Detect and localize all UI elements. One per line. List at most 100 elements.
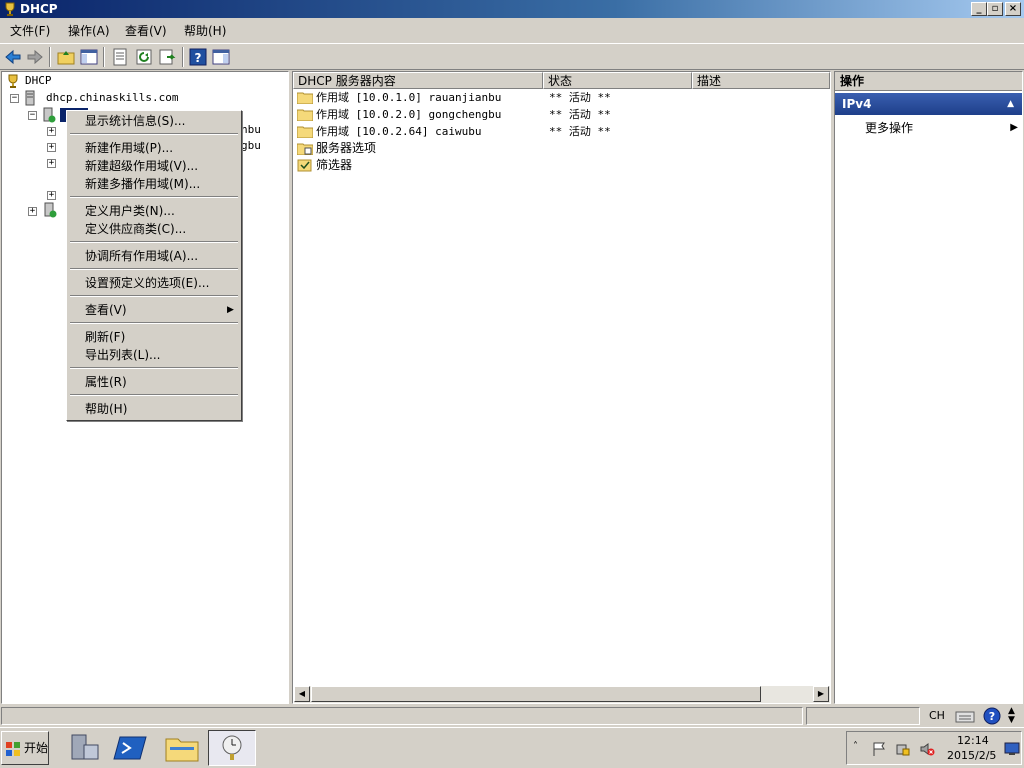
expand-icon[interactable]: +	[28, 207, 37, 216]
up-folder-icon[interactable]	[56, 47, 76, 67]
window-title: DHCP	[20, 2, 58, 16]
menu-separator	[70, 133, 238, 135]
result-pane[interactable]: DHCP 服务器内容 状态 描述 作用域 [10.0.1.0] rauanjia…	[292, 71, 831, 704]
collapse-section-icon[interactable]: ▲	[1007, 93, 1014, 115]
action-center-flag-icon[interactable]	[871, 741, 887, 757]
expand-icon[interactable]: +	[47, 127, 56, 136]
action-pane: 操作 IPv4 ▲ 更多操作 ▶	[834, 71, 1023, 704]
dhcp-task-button[interactable]	[208, 730, 256, 766]
menu-item-show-statistics[interactable]: 显示统计信息(S)...	[85, 113, 185, 130]
back-icon[interactable]	[3, 47, 23, 67]
menu-item-new-multicast-scope[interactable]: 新建多播作用域(M)...	[85, 176, 200, 193]
keyboard-icon[interactable]	[955, 708, 975, 724]
restore-button[interactable]: ▫	[987, 2, 1003, 16]
menu-help[interactable]: 帮助(H)	[182, 23, 228, 40]
scope-name: 作用域 [10.0.1.0] rauanjianbu	[316, 91, 502, 104]
tree-label-server: dhcp.chinaskills.com	[46, 91, 179, 104]
status-bar: CH ? ▲ ▼	[0, 705, 1024, 727]
menu-item-define-vendor-classes[interactable]: 定义供应商类(C)...	[85, 221, 186, 238]
scroll-left-button[interactable]: ◀	[294, 686, 310, 702]
toolbar-separator	[182, 47, 184, 67]
menu-item-new-scope[interactable]: 新建作用域(P)...	[85, 140, 173, 157]
filters-label: 筛选器	[316, 158, 353, 172]
close-button[interactable]: ×	[1005, 2, 1021, 16]
menu-item-view[interactable]: 查看(V)	[85, 302, 127, 319]
scroll-thumb[interactable]	[311, 686, 761, 702]
menu-separator	[70, 268, 238, 270]
refresh-icon[interactable]	[134, 47, 154, 67]
server-icon	[25, 90, 35, 106]
list-item-scope[interactable]: 作用域 [10.0.2.64] caiwubu ** 活动 **	[297, 123, 817, 140]
server-manager-icon[interactable]	[62, 731, 106, 765]
volume-muted-icon[interactable]	[919, 741, 935, 757]
column-header-name[interactable]: DHCP 服务器内容	[293, 72, 543, 89]
menu-view[interactable]: 查看(V)	[123, 23, 169, 40]
clock-time[interactable]: 12:14	[957, 734, 989, 748]
show-hide-action-pane-icon[interactable]	[211, 47, 231, 67]
title-bar: DHCP _ ▫ ×	[0, 0, 1024, 18]
list-item-scope[interactable]: 作用域 [10.0.1.0] rauanjianbu ** 活动 **	[297, 89, 817, 106]
show-desktop-icon[interactable]	[1004, 742, 1020, 756]
menu-item-set-predefined-options[interactable]: 设置预定义的选项(E)...	[85, 275, 209, 292]
menu-item-new-superscope[interactable]: 新建超级作用域(V)...	[85, 158, 198, 175]
submenu-arrow-icon: ▶	[1010, 122, 1018, 133]
properties-icon[interactable]	[110, 47, 130, 67]
collapse-icon[interactable]: −	[10, 94, 19, 103]
dhcp-trophy-icon	[8, 74, 18, 88]
tree-label-partial: nbu	[241, 123, 261, 136]
tree-label-root: DHCP	[25, 74, 52, 87]
minimize-button[interactable]: _	[971, 2, 987, 16]
powershell-icon[interactable]	[110, 731, 154, 765]
forward-icon[interactable]	[25, 47, 45, 67]
expand-icon[interactable]: +	[47, 159, 56, 168]
menu-item-properties[interactable]: 属性(R)	[85, 374, 127, 391]
scope-name: 作用域 [10.0.2.64] caiwubu	[316, 125, 482, 138]
menu-file[interactable]: 文件(F)	[8, 23, 52, 40]
list-item-server-options[interactable]: 服务器选项	[297, 140, 817, 157]
status-cell-main	[1, 707, 803, 725]
collapse-icon[interactable]: −	[28, 111, 37, 120]
menu-item-reconcile-all-scopes[interactable]: 协调所有作用域(A)...	[85, 248, 198, 265]
dhcp-clock-icon	[222, 735, 242, 760]
submenu-arrow-icon: ▶	[227, 305, 234, 315]
svg-text:?: ?	[989, 710, 995, 723]
system-tray: ˄ 12:14 2015/2/5	[846, 731, 1022, 765]
toolbar-separator	[49, 47, 51, 67]
help-circle-icon[interactable]: ?	[983, 707, 1001, 725]
svg-text:?: ?	[195, 51, 202, 65]
menu-separator	[70, 322, 238, 324]
action-pane-title: 操作	[835, 72, 1022, 91]
menu-action[interactable]: 操作(A)	[66, 23, 112, 40]
menu-bar: 文件(F) 操作(A) 查看(V) 帮助(H)	[0, 20, 1024, 42]
list-item-filters[interactable]: 筛选器	[297, 157, 817, 174]
list-item-scope[interactable]: 作用域 [10.0.2.0] gongchengbu ** 活动 **	[297, 106, 817, 123]
more-actions-item[interactable]: 更多操作 ▶	[865, 119, 1020, 137]
show-hide-tree-icon[interactable]	[79, 47, 99, 67]
show-hidden-icons-icon[interactable]: ˄	[853, 741, 858, 752]
network-icon[interactable]	[895, 741, 911, 757]
column-header-status[interactable]: 状态	[543, 72, 692, 89]
tree-item-server[interactable]: − dhcp.chinaskills.com	[10, 90, 280, 106]
expand-icon[interactable]: +	[47, 191, 56, 200]
export-list-icon[interactable]	[157, 47, 177, 67]
help-icon[interactable]: ?	[188, 47, 208, 67]
menu-item-define-user-classes[interactable]: 定义用户类(N)...	[85, 203, 175, 220]
expand-icon[interactable]: +	[47, 143, 56, 152]
server-options-label: 服务器选项	[316, 141, 377, 155]
filter-icon	[297, 159, 312, 172]
windows-logo-icon	[6, 742, 20, 756]
options-chevron-icon[interactable]: ▲ ▼	[1008, 707, 1015, 725]
menu-item-export-list[interactable]: 导出列表(L)...	[85, 347, 161, 364]
language-indicator[interactable]: CH	[929, 708, 945, 724]
clock-date[interactable]: 2015/2/5	[947, 749, 996, 763]
menu-item-refresh[interactable]: 刷新(F)	[85, 329, 125, 346]
folder-icon	[297, 109, 313, 121]
menu-item-help[interactable]: 帮助(H)	[85, 401, 127, 418]
scroll-right-button[interactable]: ▶	[813, 686, 829, 702]
horizontal-scrollbar[interactable]: ◀ ▶	[294, 686, 830, 703]
action-section-ipv4[interactable]: IPv4 ▲	[835, 93, 1022, 115]
toolbar-separator	[103, 47, 105, 67]
file-explorer-icon[interactable]	[160, 731, 204, 765]
column-header-description[interactable]: 描述	[692, 72, 830, 89]
start-button[interactable]: 开始	[1, 731, 49, 765]
